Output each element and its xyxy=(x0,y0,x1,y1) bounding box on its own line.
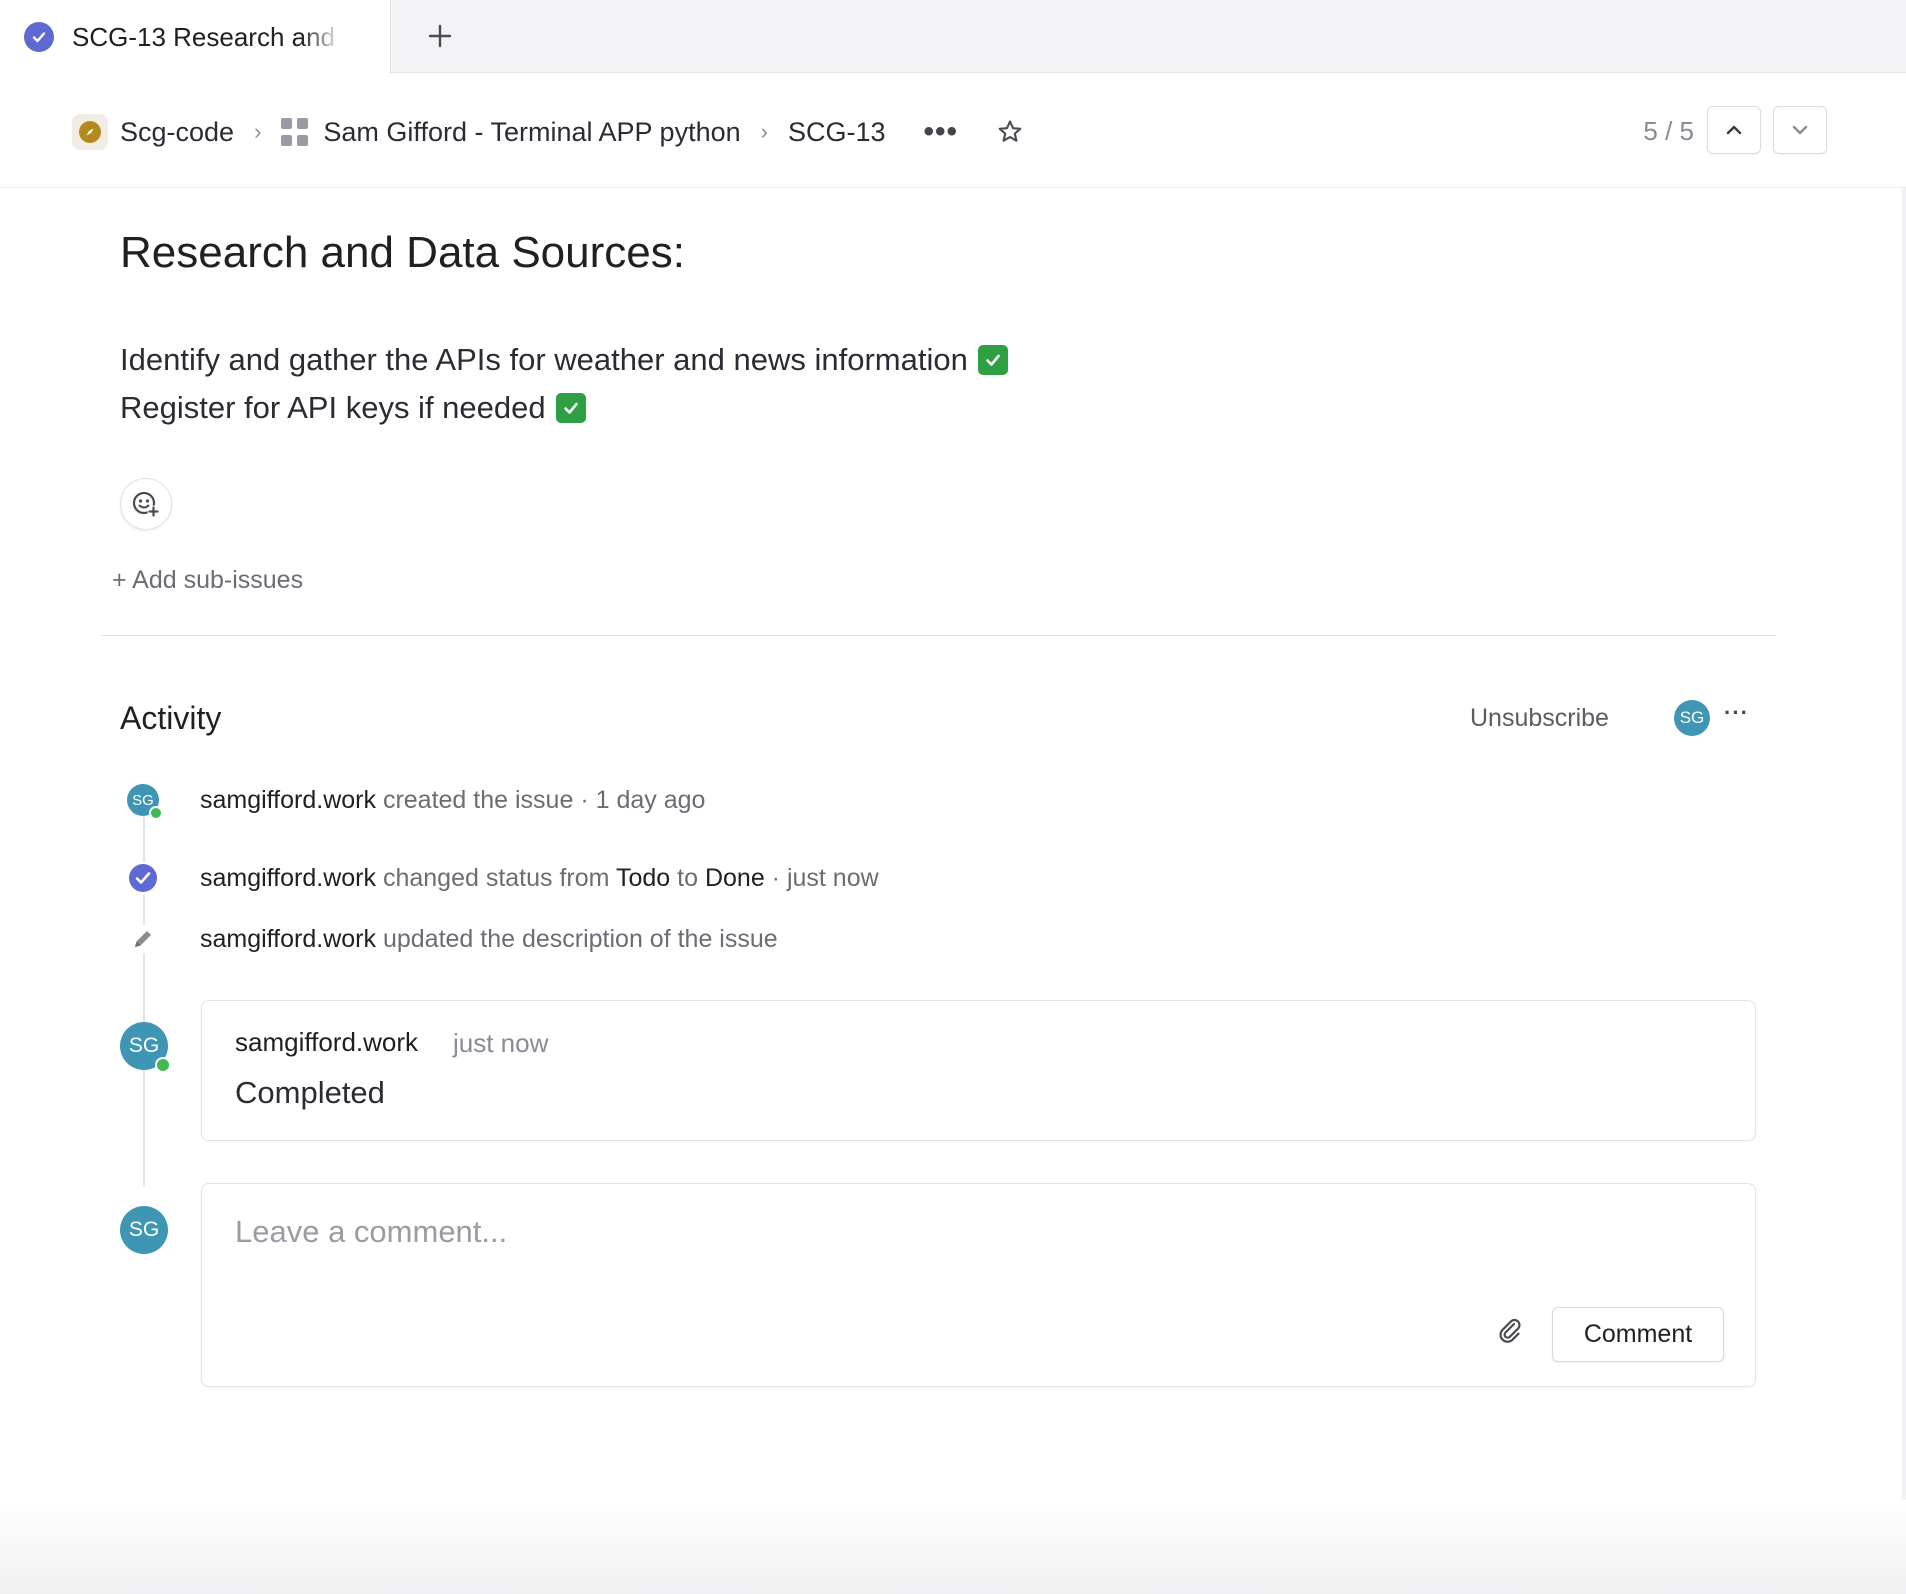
event-dot: · xyxy=(580,786,589,814)
description-line-text: Identify and gather the APIs for weather… xyxy=(120,342,968,377)
activity-heading: Activity xyxy=(120,700,222,736)
event-dot: · xyxy=(771,864,780,892)
pencil-icon xyxy=(129,925,157,953)
project-grid-icon xyxy=(281,118,309,146)
add-sub-issues-button[interactable]: + Add sub-issues xyxy=(112,566,303,595)
breadcrumb-issue-id[interactable]: SCG-13 xyxy=(788,117,886,148)
composer-avatar: SG xyxy=(120,1206,168,1254)
subscriber-avatar[interactable]: SG xyxy=(1674,700,1710,736)
description-line[interactable]: Identify and gather the APIs for weather… xyxy=(120,342,1008,378)
description-heading[interactable]: Research and Data Sources: xyxy=(120,228,685,278)
event-time[interactable]: just now xyxy=(787,864,879,892)
event-text: to xyxy=(677,864,698,892)
event-user[interactable]: samgifford.work xyxy=(200,786,376,814)
comment-body: Completed xyxy=(235,1075,385,1110)
event-text: changed status from xyxy=(382,864,610,892)
scrollbar-track[interactable] xyxy=(1902,188,1906,1594)
issue-pager-count: 5 / 5 xyxy=(1643,116,1694,146)
check-mark-icon xyxy=(977,345,1008,375)
activity-more-icon[interactable]: ··· xyxy=(1724,700,1749,726)
breadcrumb-team[interactable]: Scg-code xyxy=(120,117,234,148)
event-text: created the issue xyxy=(382,786,574,814)
chevron-up-icon xyxy=(1726,125,1742,135)
activity-event-created: samgifford.work created the issue · 1 da… xyxy=(200,786,705,815)
tab-issue[interactable]: SCG-13 Research and Data Sources xyxy=(0,0,391,74)
compass-icon xyxy=(72,114,108,150)
next-issue-button[interactable] xyxy=(1773,106,1827,154)
activity-event-description: samgifford.work updated the description … xyxy=(200,925,778,954)
event-user[interactable]: samgifford.work xyxy=(200,864,376,892)
event-user[interactable]: samgifford.work xyxy=(200,925,376,953)
new-tab-button[interactable] xyxy=(418,14,462,58)
comment-time[interactable]: just now xyxy=(453,1028,548,1059)
section-divider xyxy=(100,635,1776,636)
description-line[interactable]: Register for API keys if needed xyxy=(120,390,586,426)
comment-submit-button[interactable]: Comment xyxy=(1552,1307,1724,1362)
avatar-initials: SG xyxy=(128,1034,160,1057)
add-reaction-button[interactable] xyxy=(120,478,172,530)
status-done-icon xyxy=(127,862,159,894)
check-mark-icon xyxy=(555,393,586,423)
comment-input[interactable] xyxy=(235,1214,1635,1250)
emoji-add-icon xyxy=(132,491,160,518)
plus-icon xyxy=(428,24,452,48)
event-text: updated the description of the issue xyxy=(382,925,778,953)
comment-avatar[interactable]: SG xyxy=(120,1022,171,1073)
tab-bar: SCG-13 Research and Data Sources xyxy=(0,0,1906,74)
event-time[interactable]: 1 day ago xyxy=(596,786,706,814)
avatar-initials: SG xyxy=(132,791,154,809)
bottom-fade xyxy=(0,1500,1906,1594)
avatar-initials: SG xyxy=(128,1218,160,1241)
breadcrumb-separator: › xyxy=(254,119,262,144)
activity-event-status: samgifford.work changed status from Todo… xyxy=(200,864,879,893)
issue-header: Scg-code › Sam Gifford - Terminal APP py… xyxy=(0,74,1906,188)
comment-card[interactable]: samgifford.work just now Completed xyxy=(201,1000,1756,1141)
more-options-icon[interactable]: ••• xyxy=(924,117,959,147)
tab-title: SCG-13 Research and Data Sources xyxy=(72,21,342,52)
chevron-down-icon xyxy=(1792,125,1808,135)
status-from: Todo xyxy=(615,864,671,892)
description-line-text: Register for API keys if needed xyxy=(120,390,546,425)
previous-issue-button[interactable] xyxy=(1707,106,1761,154)
unsubscribe-button[interactable]: Unsubscribe xyxy=(1470,704,1609,733)
status-to: Done xyxy=(704,864,765,892)
comment-author[interactable]: samgifford.work xyxy=(235,1027,418,1058)
attachment-icon[interactable] xyxy=(1492,1312,1528,1348)
event-avatar[interactable]: SG xyxy=(127,784,163,820)
comment-composer: Comment xyxy=(201,1183,1756,1387)
online-status-dot xyxy=(149,806,163,820)
breadcrumb-separator: › xyxy=(760,119,768,144)
online-status-dot xyxy=(155,1057,171,1073)
breadcrumb: Scg-code › Sam Gifford - Terminal APP py… xyxy=(72,112,1024,152)
done-check-icon xyxy=(24,22,54,52)
favorite-star-icon[interactable] xyxy=(996,118,1024,146)
breadcrumb-project[interactable]: Sam Gifford - Terminal APP python xyxy=(323,117,740,148)
